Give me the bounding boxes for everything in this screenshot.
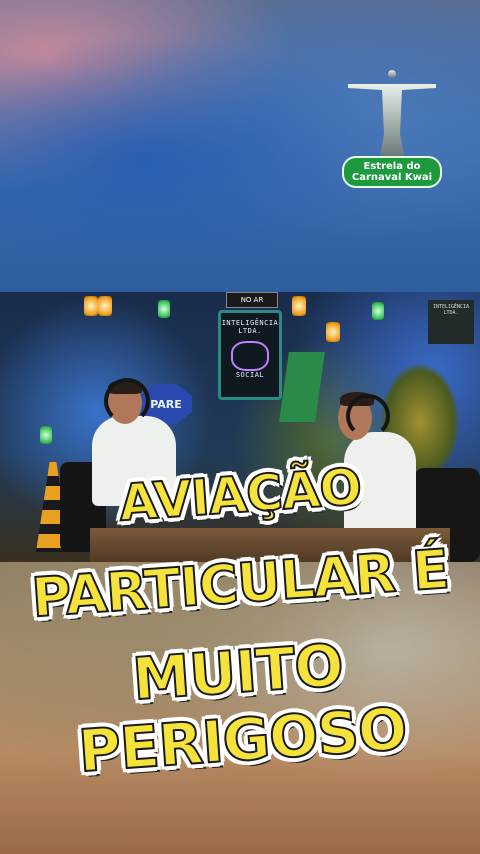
green-lamp-icon (158, 300, 170, 318)
green-lamp-icon (40, 426, 52, 444)
green-lamp-icon (372, 302, 384, 320)
lamp-icon (292, 296, 306, 316)
brain-icon (231, 341, 269, 371)
estrela-carnaval-badge: Estrela do Carnaval Kwai (342, 156, 442, 188)
sign-title: INTELIGÊNCIA LTDA. (221, 319, 279, 335)
lamp-icon (84, 296, 98, 316)
no-air-sign: NO AR (226, 292, 278, 308)
christ-redeemer-icon (348, 70, 436, 156)
lamp-icon (326, 322, 340, 342)
badge-line-2: Carnaval Kwai (351, 172, 433, 183)
inteligencia-sign-right: INTELIGÊNCIA LTDA. (428, 300, 474, 344)
inteligencia-sign: INTELIGÊNCIA LTDA. SOCIAL (218, 310, 282, 400)
kwai-carnaval-logo: Estrela do Carnaval Kwai (338, 64, 446, 188)
headset-icon (346, 394, 390, 438)
headset-icon (104, 378, 150, 424)
lamp-icon (98, 296, 112, 316)
badge-line-1: Estrela do (363, 161, 421, 172)
sign-subtitle: SOCIAL (235, 371, 265, 379)
